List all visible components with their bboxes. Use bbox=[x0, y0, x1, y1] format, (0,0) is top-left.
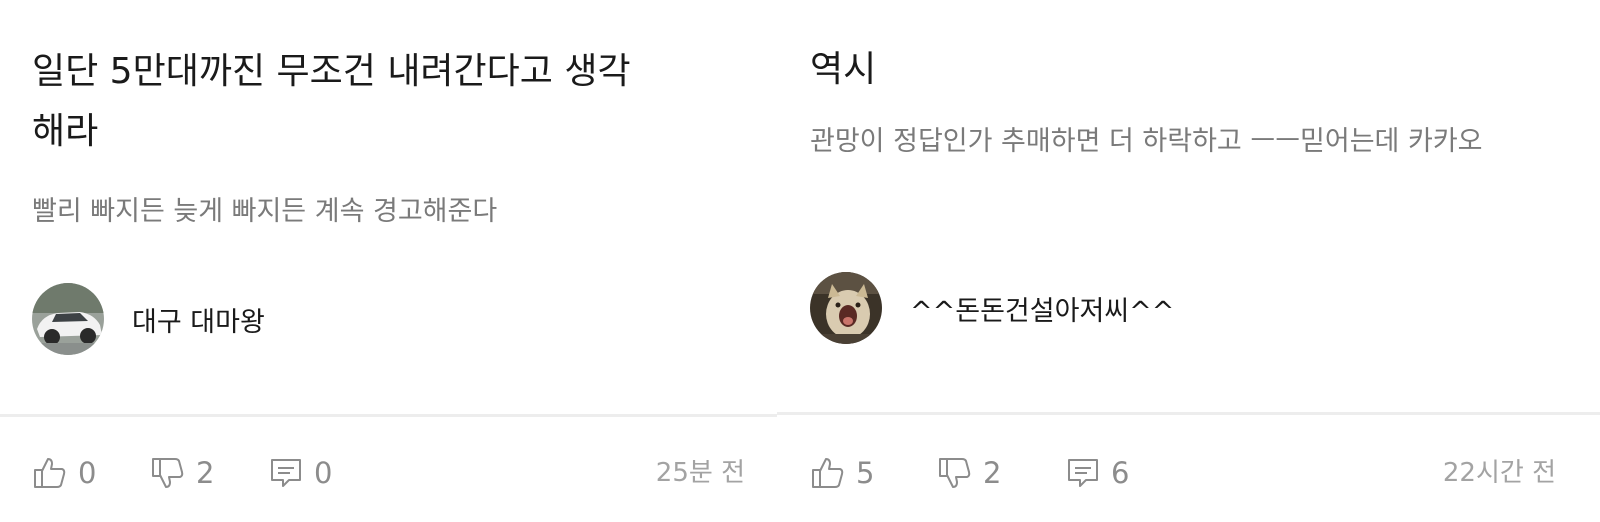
like-count: 5 bbox=[856, 456, 875, 490]
comment-card[interactable]: 역시 관망이 정답인가 추매하면 더 하락하고 ㅡㅡ믿어는데 카카오 ^^돈돈건… bbox=[777, 0, 1600, 522]
author-row[interactable]: ^^돈돈건설아저씨^^ bbox=[810, 272, 1174, 344]
comment-count: 0 bbox=[314, 456, 333, 490]
comment-icon bbox=[1065, 455, 1101, 491]
action-bar: 0 2 0 25분 전 bbox=[0, 448, 777, 498]
dislike-button[interactable]: 2 bbox=[150, 448, 214, 498]
author-row[interactable]: 대구 대마왕 bbox=[32, 283, 265, 355]
like-button[interactable]: 0 bbox=[32, 448, 96, 498]
timestamp: 25분 전 bbox=[655, 458, 745, 488]
comment-body: 빨리 빠지든 늦게 빠지든 계속 경고해준다 bbox=[32, 196, 498, 227]
thumbs-up-icon bbox=[32, 455, 68, 491]
author-name[interactable]: 대구 대마왕 bbox=[132, 300, 265, 339]
comment-icon bbox=[268, 455, 304, 491]
divider bbox=[0, 414, 777, 417]
comment-body: 관망이 정답인가 추매하면 더 하락하고 ㅡㅡ믿어는데 카카오 bbox=[810, 126, 1483, 157]
thumbs-down-icon bbox=[937, 455, 973, 491]
reply-button[interactable]: 0 bbox=[268, 448, 332, 498]
thumbs-up-icon bbox=[810, 455, 846, 491]
action-bar: 5 2 6 22시간 전 bbox=[777, 448, 1600, 498]
cat-avatar-icon[interactable] bbox=[810, 272, 882, 344]
like-button[interactable]: 5 bbox=[810, 448, 874, 498]
reply-button[interactable]: 6 bbox=[1065, 448, 1129, 498]
thumbs-down-icon bbox=[150, 455, 186, 491]
car-avatar-icon[interactable] bbox=[32, 283, 104, 355]
comment-card[interactable]: 일단 5만대까진 무조건 내려간다고 생각해라 빨리 빠지든 늦게 빠지든 계속… bbox=[0, 0, 777, 522]
comment-title: 역시 bbox=[810, 49, 877, 90]
comment-count: 6 bbox=[1111, 456, 1130, 490]
divider bbox=[777, 412, 1600, 415]
dislike-count: 2 bbox=[983, 456, 1002, 490]
comment-title: 일단 5만대까진 무조건 내려간다고 생각해라 bbox=[32, 51, 631, 152]
timestamp: 22시간 전 bbox=[1442, 458, 1556, 488]
dislike-count: 2 bbox=[196, 456, 215, 490]
dislike-button[interactable]: 2 bbox=[937, 448, 1001, 498]
comment-feed: 일단 5만대까진 무조건 내려간다고 생각해라 빨리 빠지든 늦게 빠지든 계속… bbox=[0, 0, 1600, 522]
author-name[interactable]: ^^돈돈건설아저씨^^ bbox=[910, 289, 1174, 328]
like-count: 0 bbox=[78, 456, 97, 490]
